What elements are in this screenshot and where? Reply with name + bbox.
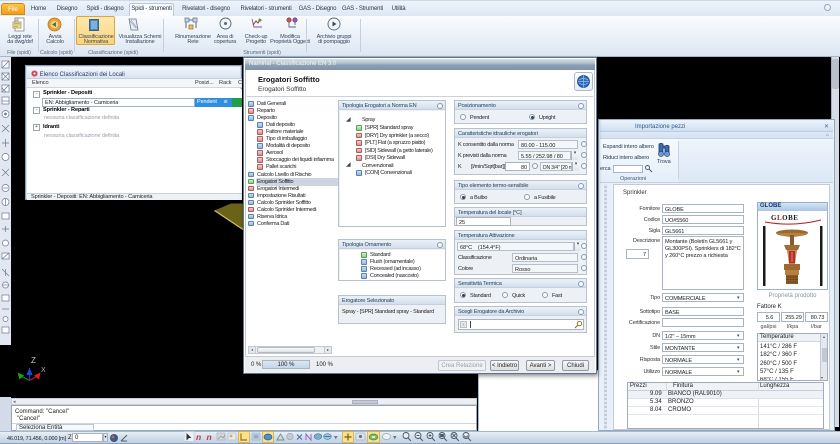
svg-text:▾: ▾ bbox=[334, 435, 338, 442]
svg-text:X: X bbox=[41, 367, 46, 374]
svg-text:GLOBE: GLOBE bbox=[771, 214, 798, 222]
svg-text:n: n bbox=[207, 432, 212, 442]
svg-text:▾: ▾ bbox=[393, 435, 397, 442]
svg-text:Z: Z bbox=[31, 356, 36, 365]
svg-text:n: n bbox=[196, 432, 201, 442]
